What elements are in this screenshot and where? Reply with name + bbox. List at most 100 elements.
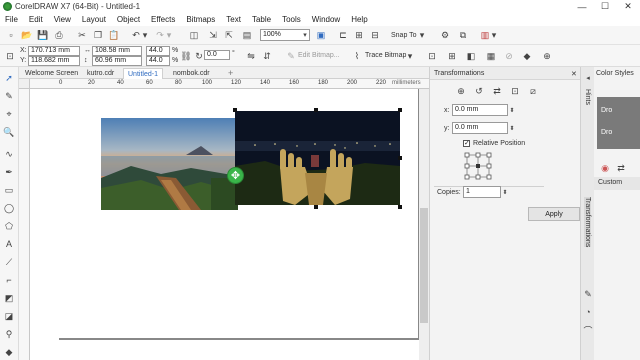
shape-tool-icon[interactable]: ✎ bbox=[2, 89, 16, 103]
show-rulers-icon[interactable]: ⊏ bbox=[336, 28, 350, 42]
height-field[interactable]: 60.96 mm bbox=[92, 56, 142, 66]
crop-bitmap-icon[interactable]: ⊡ bbox=[425, 49, 439, 63]
new-document-icon[interactable]: ▫ bbox=[4, 28, 18, 42]
style-item-2[interactable]: Dro bbox=[601, 129, 612, 136]
selection-handle-bottom-middle[interactable] bbox=[314, 205, 318, 209]
mirror-horizontal-icon[interactable]: ⇋ bbox=[244, 49, 258, 63]
tab-hints[interactable]: Hints bbox=[584, 89, 591, 105]
scale-mirror-mode-icon[interactable]: ⇄ bbox=[490, 84, 504, 98]
tab-kutro[interactable]: kutro.cdr bbox=[83, 68, 118, 79]
selection-handle-bottom-right[interactable] bbox=[398, 205, 402, 209]
menu-window[interactable]: Window bbox=[312, 15, 340, 24]
resample-icon[interactable]: ⊞ bbox=[445, 49, 459, 63]
menu-object[interactable]: Object bbox=[117, 15, 140, 24]
apply-button[interactable]: Apply bbox=[528, 207, 580, 221]
menu-bitmaps[interactable]: Bitmaps bbox=[186, 15, 215, 24]
new-style-icon[interactable]: ⇄ bbox=[614, 161, 628, 175]
menu-edit[interactable]: Edit bbox=[29, 15, 43, 24]
menu-file[interactable]: File bbox=[5, 15, 18, 24]
full-screen-preview-icon[interactable]: ▣ bbox=[314, 28, 328, 42]
x-spinner-icon[interactable]: ⬍ bbox=[508, 104, 516, 116]
position-mode-icon[interactable]: ⊕ bbox=[454, 84, 468, 98]
docker-close-icon[interactable]: ✕ bbox=[571, 70, 577, 78]
docker-arrow-icon[interactable]: ◂ bbox=[581, 71, 595, 85]
menu-table[interactable]: Table bbox=[252, 15, 271, 24]
new-tab-plus-icon[interactable]: + bbox=[224, 68, 237, 79]
trace-bitmap-button[interactable]: Trace Bitmap bbox=[365, 52, 406, 59]
cut-icon[interactable]: ✂ bbox=[75, 28, 89, 42]
launcher-dropdown-icon[interactable]: ▾ bbox=[490, 28, 498, 42]
horizontal-ruler[interactable]: 0 20 40 60 80 100 120 140 160 180 200 22… bbox=[30, 79, 429, 89]
dock-tool-icon-2[interactable]: ◔ bbox=[581, 305, 595, 319]
polygon-tool-icon[interactable]: ⬠ bbox=[2, 219, 16, 233]
menu-help[interactable]: Help bbox=[351, 15, 367, 24]
snap-to-label[interactable]: Snap To bbox=[391, 32, 417, 39]
menu-view[interactable]: View bbox=[54, 15, 71, 24]
drop-shadow-icon[interactable]: ◩ bbox=[2, 291, 16, 305]
menu-text[interactable]: Text bbox=[226, 15, 241, 24]
object-origin-icon[interactable]: ⊡ bbox=[3, 49, 17, 63]
scale-y-field[interactable]: 44.0 bbox=[146, 56, 170, 66]
zoom-tool-icon[interactable]: 🔍 bbox=[2, 125, 16, 139]
x-offset-field[interactable]: 0.0 mm bbox=[452, 104, 508, 116]
skew-mode-icon[interactable]: ⧄ bbox=[526, 84, 540, 98]
dock-tool-icon-3[interactable]: ⌒ bbox=[581, 323, 595, 337]
publish-pdf-icon[interactable]: ▤ bbox=[240, 28, 254, 42]
zoom-dropdown-icon[interactable]: ▾ bbox=[301, 29, 309, 41]
interactive-fill-icon[interactable]: ◆ bbox=[2, 345, 16, 359]
connector-tool-icon[interactable]: ⌐ bbox=[2, 273, 16, 287]
copies-spinner-icon[interactable]: ⬍ bbox=[501, 186, 509, 198]
tab-untitled-1[interactable]: Untitled-1 bbox=[123, 68, 163, 79]
eyedropper-icon[interactable]: ⚲ bbox=[2, 327, 16, 341]
crop-tool-icon[interactable]: ⌖ bbox=[2, 107, 16, 121]
rotation-field[interactable]: 0.0 bbox=[204, 50, 230, 60]
selection-handle-top-left[interactable] bbox=[233, 108, 237, 112]
application-launcher-icon[interactable]: ⧉ bbox=[456, 28, 470, 42]
vertical-scroll-thumb[interactable] bbox=[420, 208, 428, 323]
convert-curves-icon[interactable]: ◆ bbox=[520, 49, 534, 63]
export-icon[interactable]: ⇱ bbox=[222, 28, 236, 42]
rotate-mode-icon[interactable]: ↺ bbox=[472, 84, 486, 98]
text-tool-icon[interactable]: A bbox=[2, 237, 16, 251]
y-spinner-icon[interactable]: ⬍ bbox=[508, 122, 516, 134]
edit-bitmap-icon[interactable]: ✎ bbox=[284, 49, 298, 63]
selection-handle-top-right[interactable] bbox=[398, 108, 402, 112]
tab-welcome-screen[interactable]: Welcome Screen bbox=[21, 68, 82, 79]
outline-icon[interactable]: ⊘ bbox=[502, 49, 516, 63]
mirror-vertical-icon[interactable]: ⇵ bbox=[260, 49, 274, 63]
y-position-field[interactable]: 118.682 mm bbox=[28, 56, 80, 66]
copies-field[interactable]: 1 bbox=[463, 186, 501, 198]
bitmap-mask-icon[interactable]: ◧ bbox=[464, 49, 478, 63]
pick-tool-icon[interactable]: ➚ bbox=[2, 71, 16, 85]
tab-nombok[interactable]: nombok.cdr bbox=[169, 68, 214, 79]
minimize-button[interactable]: — bbox=[571, 0, 593, 13]
custom-header[interactable]: Custom bbox=[594, 177, 640, 190]
snap-to-dropdown-icon[interactable]: ▾ bbox=[418, 28, 426, 42]
lock-ratio-icon[interactable]: ⛓ bbox=[179, 49, 193, 63]
import-icon[interactable]: ⇲ bbox=[206, 28, 220, 42]
rectangle-tool-icon[interactable]: ▭ bbox=[2, 183, 16, 197]
width-field[interactable]: 108.58 mm bbox=[92, 46, 142, 56]
close-button[interactable]: ✕ bbox=[617, 0, 639, 13]
copy-icon[interactable]: ❐ bbox=[91, 28, 105, 42]
print-icon[interactable]: ⎙ bbox=[52, 28, 66, 42]
relative-position-checkbox[interactable]: ✓ bbox=[463, 140, 470, 147]
color-style-swatch-area[interactable]: Dro Dro bbox=[597, 97, 640, 149]
x-position-field[interactable]: 170.713 mm bbox=[28, 46, 80, 56]
menu-layout[interactable]: Layout bbox=[82, 15, 106, 24]
add-icon[interactable]: ⊕ bbox=[540, 49, 554, 63]
save-icon[interactable]: 💾 bbox=[36, 28, 50, 42]
menu-effects[interactable]: Effects bbox=[151, 15, 175, 24]
selection-handle-top-middle[interactable] bbox=[314, 108, 318, 112]
trace-bitmap-icon[interactable]: ⌇ bbox=[350, 49, 364, 63]
search-content-icon[interactable]: ◫ bbox=[187, 28, 201, 42]
ruler-origin[interactable] bbox=[19, 79, 30, 89]
bitmap-night-hands-sculpture[interactable] bbox=[235, 111, 400, 205]
tab-transformations[interactable]: Transformations bbox=[584, 197, 591, 248]
redo-dropdown-icon[interactable]: ▾ bbox=[165, 28, 173, 42]
ellipse-tool-icon[interactable]: ◯ bbox=[2, 201, 16, 215]
open-icon[interactable]: 📂 bbox=[20, 28, 34, 42]
color-palette-icon[interactable]: ◉ bbox=[598, 161, 612, 175]
wrap-text-icon[interactable]: ▦ bbox=[484, 49, 498, 63]
transparency-icon[interactable]: ◪ bbox=[2, 309, 16, 323]
